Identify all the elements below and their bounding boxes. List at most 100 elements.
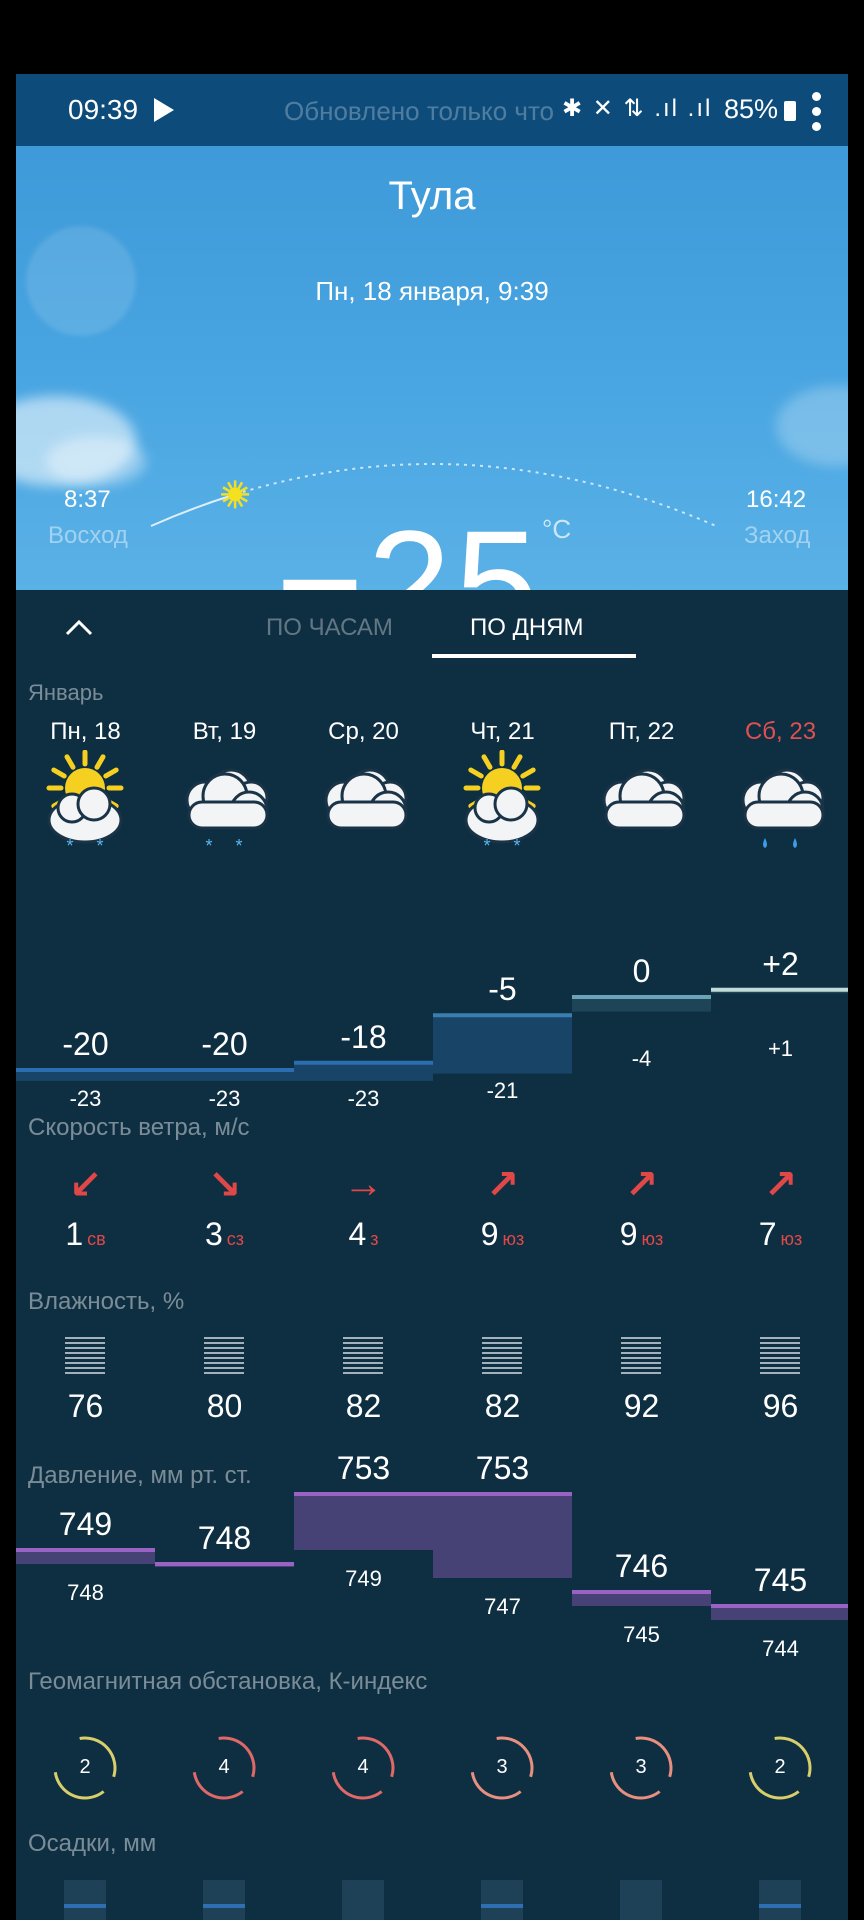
wind-arrow-icon: ↗ [485,1163,520,1207]
pressure-low: 749 [345,1566,382,1591]
cloudy-icon [586,750,696,865]
wind-speed: 3 сз [204,1216,245,1252]
humidity-section-label: Влажность, % [28,1288,185,1315]
tab-daily[interactable]: ПО ДНЯМ [470,614,584,642]
svg-text:*: * [235,836,242,856]
wind-section-label: Скорость ветра, м/с [28,1114,250,1141]
k-index-value: 3 [635,1756,647,1778]
cloudy-rain-icon [725,750,835,865]
precipitation-level [759,1904,801,1908]
temperature-low: -21 [486,1078,519,1103]
precipitation-level [203,1904,245,1908]
humidity-icon [204,1336,244,1374]
wind-direction: юз [641,1229,664,1249]
partly-sunny-snow-icon: * * [447,749,557,865]
day-name[interactable]: Пн, 18 [16,718,155,746]
pressure-high: 748 [197,1520,252,1556]
temperature-high: +2 [762,945,799,982]
sun-icon [221,480,250,509]
temperature-band [16,1070,155,1081]
more-menu-icon[interactable] [812,92,822,132]
humidity-icon [621,1336,661,1374]
month-label: Январь [28,680,104,705]
pressure-low: 747 [484,1594,521,1619]
tab-hourly[interactable]: ПО ЧАСАМ [266,614,393,642]
pressure-band [572,1592,711,1606]
k-index-value: 4 [357,1756,369,1778]
svg-text:*: * [66,836,73,856]
pressure-band [155,1564,294,1567]
current-weather-header: Тула Пн, 18 января, 9:39 8:37 Восход 16:… [16,146,848,590]
temperature-high: 0 [632,953,651,989]
partly-sunny-snow-icon: * * [30,749,140,865]
day-name[interactable]: Вт, 19 [155,718,294,746]
wind-speed: 9 юз [480,1216,525,1252]
precipitation-bar [64,1880,106,1920]
humidity-value: 76 [67,1388,104,1424]
forecast-tabs: ПО ЧАСАМ ПО ДНЯМ [16,590,848,666]
battery-icon [784,101,796,121]
humidity-value: 92 [623,1388,660,1424]
wind-arrow-icon: ↗ [624,1163,659,1207]
wind-arrow-icon: ↗ [763,1163,798,1207]
precipitation-bar [759,1880,801,1920]
pressure-low: 744 [762,1636,799,1661]
chevron-up-icon[interactable] [64,612,94,642]
day-name[interactable]: Ср, 20 [294,718,433,746]
wind-speed: 4з [348,1216,379,1252]
temperature-band [711,989,848,994]
day-name[interactable]: Чт, 21 [433,718,572,746]
signal-icons: ✱ ✕ ⇅ .ıl .ıl [562,95,713,122]
battery-level: 85% [724,94,779,124]
svg-text:*: * [205,836,212,856]
pressure-high: 753 [475,1450,530,1486]
wind-direction: юз [502,1229,525,1249]
pressure-band [16,1550,155,1564]
precipitation-level [481,1904,523,1908]
sunset-label: Заход [744,522,811,549]
pressure-band [294,1494,433,1550]
wind-direction: юз [780,1229,803,1249]
temperature-band [433,1015,572,1074]
temperature-high: -18 [340,1018,387,1055]
precipitation-bar [481,1880,523,1920]
humidity-icon [65,1336,105,1374]
day-name[interactable]: Пт, 22 [572,718,711,746]
active-tab-indicator [432,654,636,658]
temperature-band [155,1070,294,1081]
wind-direction: св [87,1229,106,1249]
pressure-section-label: Давление, мм рт. ст. [28,1462,252,1489]
pressure-band [433,1494,572,1578]
pressure-band [711,1606,848,1620]
wind-arrow-icon: ↙ [68,1163,103,1207]
temperature-high: -5 [488,971,517,1008]
svg-text:*: * [483,836,490,856]
temperature-high: -20 [201,1026,248,1062]
temperature-unit[interactable]: °C [542,514,571,545]
temperature-high: -20 [62,1026,109,1062]
day-name[interactable]: Сб, 23 [711,718,848,746]
pressure-high: 745 [753,1562,808,1598]
temperature-low: -4 [631,1046,652,1071]
humidity-icon [760,1336,800,1374]
pressure-low: 745 [623,1622,660,1647]
sun-path-traveled [150,493,236,527]
precipitation-bar [342,1880,384,1920]
pressure-high: 749 [58,1506,113,1542]
wind-direction: з [370,1229,379,1249]
k-index-value: 4 [218,1756,230,1778]
sunrise-time: 8:37 [64,486,111,513]
cloudy-snow-icon: * * [169,750,279,865]
play-icon [154,98,174,122]
precipitation-level [64,1904,106,1908]
k-index-value: 2 [79,1756,91,1778]
svg-text:*: * [513,836,520,856]
app-screen: 09:39 Обновлено только что ✱ ✕ ⇅ .ıl .ıl… [16,74,848,1920]
humidity-icon [482,1336,522,1374]
status-bar: 09:39 Обновлено только что ✱ ✕ ⇅ .ıl .ıl… [16,74,848,146]
precipitation-bar [203,1880,245,1920]
svg-text:*: * [96,836,103,856]
temperature-low: -23 [208,1086,241,1111]
k-index-value: 3 [496,1756,508,1778]
wind-speed: 7 юз [758,1216,803,1252]
